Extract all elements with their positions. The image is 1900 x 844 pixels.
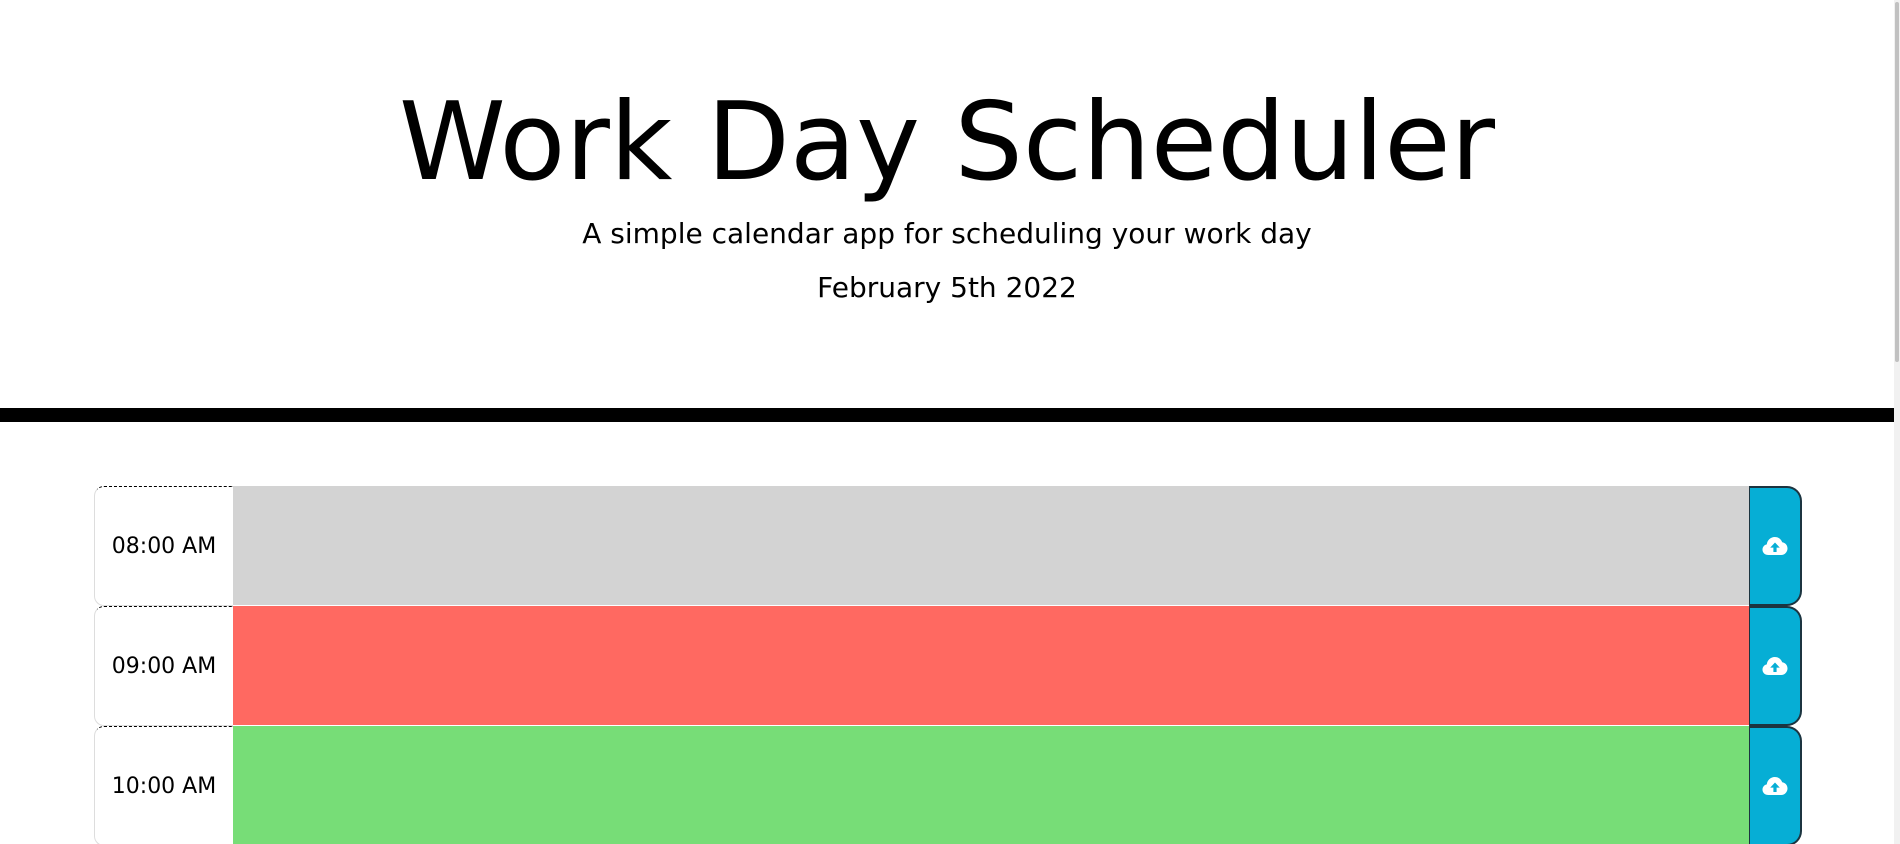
jumbotron-header: Work Day Scheduler A simple calendar app…	[0, 0, 1894, 422]
cloud-upload-icon	[1762, 656, 1788, 676]
schedule-container: 08:00 AM 09:00 AM 10:00 AM	[94, 486, 1802, 844]
cloud-upload-icon	[1762, 536, 1788, 556]
save-button[interactable]	[1749, 726, 1802, 844]
current-day: February 5th 2022	[817, 271, 1077, 304]
page: Work Day Scheduler A simple calendar app…	[0, 0, 1900, 844]
hour-label: 09:00 AM	[94, 606, 233, 726]
scrollbar-thumb[interactable]	[1895, 2, 1899, 362]
save-button[interactable]	[1749, 486, 1802, 606]
time-block: 08:00 AM	[94, 486, 1802, 606]
description-textarea[interactable]	[233, 606, 1749, 726]
hour-label: 08:00 AM	[94, 486, 233, 606]
description-textarea[interactable]	[233, 726, 1749, 844]
page-subtitle: A simple calendar app for scheduling you…	[582, 217, 1312, 250]
description-textarea[interactable]	[233, 486, 1749, 606]
hour-label: 10:00 AM	[94, 726, 233, 844]
save-button[interactable]	[1749, 606, 1802, 726]
time-block: 10:00 AM	[94, 726, 1802, 844]
page-title: Work Day Scheduler	[398, 80, 1496, 205]
vertical-scrollbar[interactable]	[1894, 0, 1900, 844]
cloud-upload-icon	[1762, 776, 1788, 796]
time-block: 09:00 AM	[94, 606, 1802, 726]
